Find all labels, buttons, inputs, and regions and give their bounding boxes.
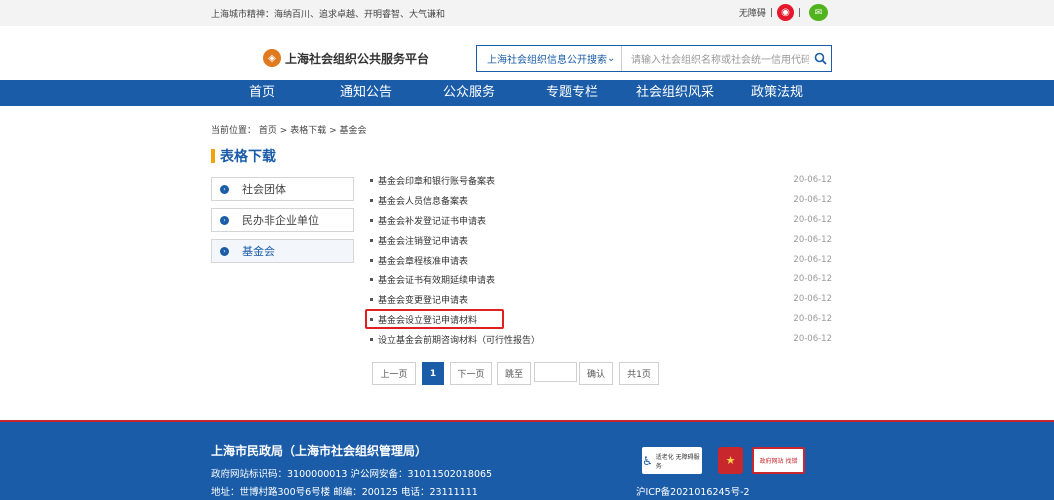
bullet — [370, 297, 373, 301]
bullet — [370, 198, 373, 202]
wheelchair-icon: ♿ — [642, 453, 653, 468]
main-nav: 首页 通知公告 公众服务 专题专栏 社会组织风采 政策法规 — [0, 80, 1054, 106]
arrow-right-icon: › — [220, 184, 229, 194]
breadcrumb-forms[interactable]: 表格下载 — [290, 126, 326, 136]
list-item[interactable]: 基金会变更登记申请表 20-06-12 — [370, 290, 832, 308]
bullet — [370, 258, 373, 262]
footer-divider — [0, 420, 1054, 422]
top-right-links: 无障碍 | ◉ | ✉ — [739, 4, 828, 21]
nav-item-org-showcase[interactable]: 社会组织风采 — [636, 80, 714, 106]
nav-item-special-topics[interactable]: 专题专栏 — [546, 80, 598, 106]
arrow-right-icon: › — [220, 215, 229, 225]
list-item-title[interactable]: 基金会变更登记申请表 — [378, 293, 468, 306]
list-item-date: 20-06-12 — [793, 294, 832, 304]
jump-label: 跳至 — [497, 362, 531, 385]
find-error-badge[interactable]: 政府网站 找错 — [752, 447, 805, 474]
list-item-title[interactable]: 基金会注销登记申请表 — [378, 234, 468, 247]
list-item[interactable]: 设立基金会前期咨询材料（可行性报告） 20-06-12 — [370, 330, 832, 348]
search-box: 上海社会组织信息公开搜索 ⌄ 请输入社会组织名称或社会统一信用代码 — [476, 45, 832, 72]
list-item-date: 20-06-12 — [793, 215, 832, 225]
chevron-down-icon: ⌄ — [607, 53, 616, 64]
footer: 上海市民政局（上海市社会组织管理局） 政府网站标识码：3100000013 沪公… — [0, 420, 1054, 500]
logo-text: 上海社会组织公共服务平台 — [285, 51, 430, 66]
list-item[interactable]: 基金会证书有效期延续申请表 20-06-12 — [370, 270, 832, 288]
sidebar-item-label: 民办非企业单位 — [242, 214, 319, 227]
weibo-icon[interactable]: ◉ — [776, 4, 794, 21]
list-item-date: 20-06-12 — [793, 255, 832, 265]
list-item-date: 20-06-12 — [793, 195, 832, 205]
footer-site-id: 政府网站标识码：3100000013 沪公网安备：31011502018065 — [211, 469, 493, 480]
list-item-title[interactable]: 基金会证书有效期延续申请表 — [378, 273, 495, 286]
list-item-title[interactable]: 设立基金会前期咨询材料（可行性报告） — [378, 333, 540, 346]
find-error-label: 政府网站 找错 — [759, 458, 798, 465]
top-bar: 上海城市精神：海纳百川、追求卓越、开明睿智、大气谦和 无障碍 | ◉ | ✉ — [0, 0, 1054, 26]
sidebar-item-private-non-enterprise[interactable]: › 民办非企业单位 — [211, 208, 354, 232]
breadcrumb: 当前位置： 首页 > 表格下载 > 基金会 — [211, 123, 367, 136]
jump-page-input[interactable] — [534, 362, 577, 382]
header: ◈ 上海社会组织公共服务平台 上海社会组织信息公开搜索 ⌄ 请输入社会组织名称或… — [0, 26, 1054, 80]
list-item-title[interactable]: 基金会人员信息备案表 — [378, 194, 468, 207]
list-item[interactable]: 基金会补发登记证书申请表 20-06-12 — [370, 211, 832, 229]
list-item[interactable]: 基金会章程核准申请表 20-06-12 — [370, 251, 832, 269]
nav-item-notices[interactable]: 通知公告 — [340, 80, 392, 106]
divider: | — [769, 7, 773, 18]
breadcrumb-foundation[interactable]: 基金会 — [340, 126, 367, 136]
footer-address: 地址：世博村路300号6号楼 邮编：200125 电话：23111111 — [211, 487, 478, 498]
bullet — [370, 218, 373, 222]
party-emblem-icon[interactable]: ★ — [718, 447, 743, 474]
breadcrumb-prefix: 当前位置： — [211, 126, 257, 136]
nav-item-home[interactable]: 首页 — [249, 80, 275, 106]
list-item-date: 20-06-12 — [793, 175, 832, 185]
highlight-box — [365, 309, 504, 329]
accessibility-badge[interactable]: ♿ 适老化 无障碍服务 — [642, 447, 702, 474]
sidebar-item-social-groups[interactable]: › 社会团体 — [211, 177, 354, 201]
search-input[interactable]: 请输入社会组织名称或社会统一信用代码 — [622, 46, 809, 71]
list-item-title[interactable]: 基金会印章和银行账号备案表 — [378, 174, 495, 187]
sidebar-item-label: 基金会 — [242, 245, 275, 258]
site-logo[interactable]: ◈ 上海社会组织公共服务平台 — [263, 49, 429, 67]
list-item-date: 20-06-12 — [793, 235, 832, 245]
search-scope-value: 上海社会组织信息公开搜索 — [487, 55, 607, 66]
sidebar-item-label: 社会团体 — [242, 183, 286, 196]
current-page-button[interactable]: 1 — [422, 362, 444, 385]
accessibility-link[interactable]: 无障碍 — [739, 6, 766, 19]
breadcrumb-sep: > — [329, 126, 337, 136]
confirm-button[interactable]: 确认 — [579, 362, 613, 385]
list-item[interactable]: 基金会印章和银行账号备案表 20-06-12 — [370, 171, 832, 189]
bullet — [370, 178, 373, 182]
breadcrumb-home[interactable]: 首页 — [259, 126, 277, 136]
list-item-title[interactable]: 基金会补发登记证书申请表 — [378, 214, 486, 227]
wechat-icon[interactable]: ✉ — [809, 4, 828, 21]
bullet — [370, 337, 373, 341]
prev-page-button[interactable]: 上一页 — [372, 362, 416, 385]
bullet — [370, 238, 373, 242]
list-item-date: 20-06-12 — [793, 334, 832, 344]
title-accent-bar — [211, 149, 215, 163]
nav-item-public-services[interactable]: 公众服务 — [443, 80, 495, 106]
page-title: 表格下载 — [220, 149, 276, 165]
list-item-title[interactable]: 基金会章程核准申请表 — [378, 254, 468, 267]
list-item[interactable]: 基金会人员信息备案表 20-06-12 — [370, 191, 832, 209]
arrow-right-icon: › — [220, 246, 229, 256]
sidebar-item-foundation[interactable]: › 基金会 — [211, 239, 354, 263]
total-pages: 共1页 — [619, 362, 659, 385]
divider: | — [797, 7, 801, 18]
list-item[interactable]: 基金会注销登记申请表 20-06-12 — [370, 231, 832, 249]
bullet — [370, 277, 373, 281]
footer-title: 上海市民政局（上海市社会组织管理局） — [211, 444, 428, 458]
list-item-date: 20-06-12 — [793, 274, 832, 284]
section-title: 表格下载 — [211, 146, 276, 166]
nav-item-policies[interactable]: 政策法规 — [751, 80, 803, 106]
search-scope-select[interactable]: 上海社会组织信息公开搜索 ⌄ — [477, 46, 622, 71]
next-page-button[interactable]: 下一页 — [450, 362, 492, 385]
icp-number[interactable]: 沪ICP备2021016245号-2 — [636, 484, 750, 498]
logo-icon: ◈ — [263, 49, 281, 67]
city-slogan: 上海城市精神：海纳百川、追求卓越、开明睿智、大气谦和 — [211, 10, 446, 20]
search-icon[interactable] — [809, 46, 831, 71]
breadcrumb-sep: > — [279, 126, 288, 136]
list-item-date: 20-06-12 — [793, 314, 832, 324]
accessibility-badge-label: 适老化 无障碍服务 — [655, 453, 700, 470]
